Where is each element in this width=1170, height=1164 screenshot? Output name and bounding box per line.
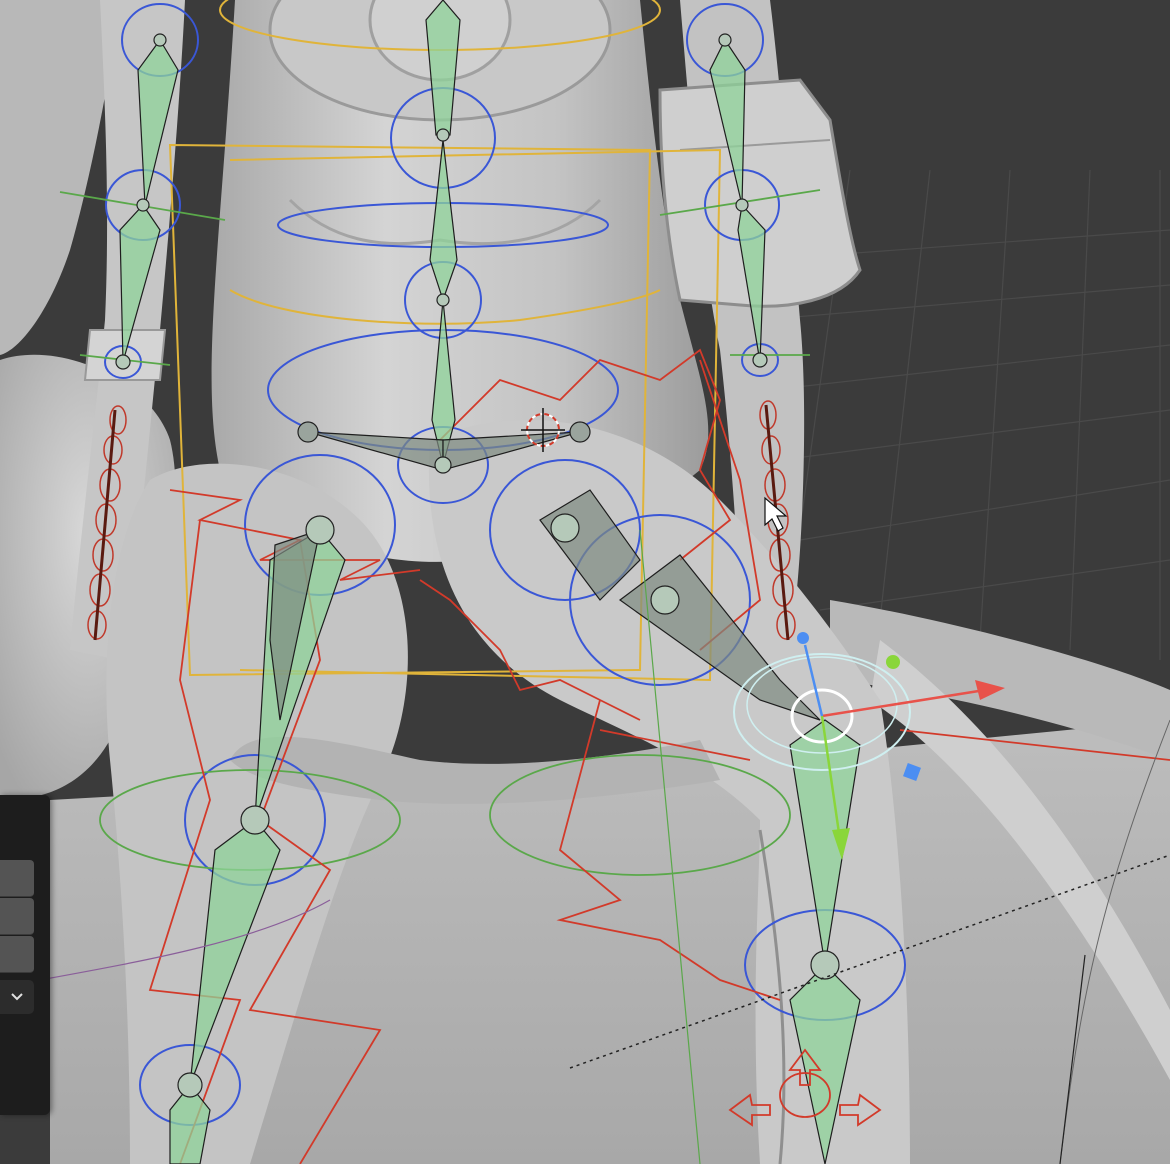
3d-viewport[interactable] — [0, 0, 1170, 1164]
panel-field[interactable] — [0, 898, 34, 935]
panel-dropdown[interactable] — [0, 980, 34, 1014]
panel-field[interactable] — [0, 860, 34, 897]
panel-field[interactable] — [0, 936, 34, 973]
chevron-down-icon — [11, 993, 23, 1001]
side-panel — [0, 795, 50, 1115]
